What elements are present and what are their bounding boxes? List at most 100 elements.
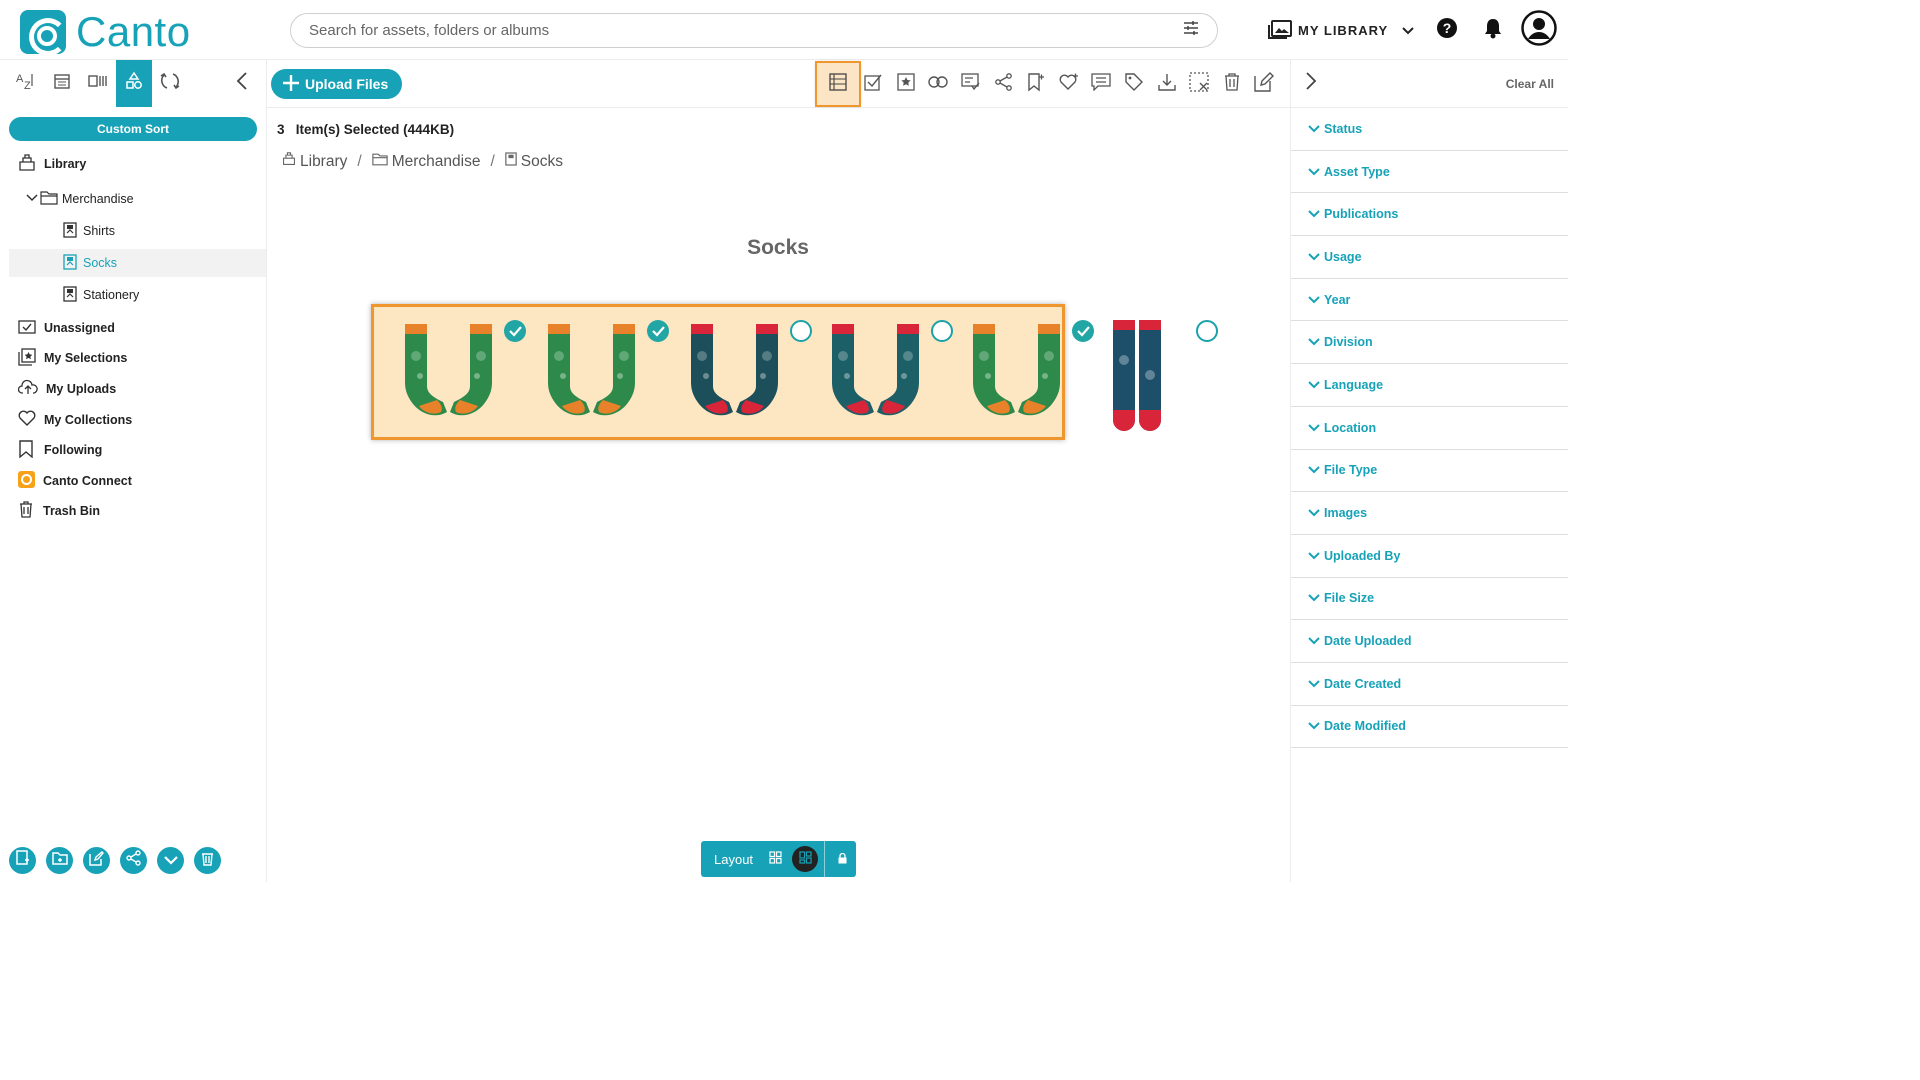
- sort-size-tab[interactable]: [80, 60, 116, 107]
- nav-item-my-collections[interactable]: My Collections: [0, 404, 266, 435]
- nav-item-unassigned[interactable]: Unassigned: [0, 313, 266, 343]
- more-button[interactable]: [157, 847, 184, 874]
- asset-thumbnail[interactable]: [954, 310, 1094, 438]
- sort-alpha-icon: AZ: [16, 72, 36, 95]
- filter-asset-type[interactable]: Asset Type: [1291, 151, 1568, 194]
- lock-layout-button[interactable]: [838, 852, 847, 867]
- canto-logo[interactable]: Canto: [20, 8, 191, 56]
- add-to-album-button[interactable]: [1020, 60, 1053, 108]
- brand-name: Canto: [76, 8, 191, 55]
- select-all-button[interactable]: [857, 60, 890, 108]
- filter-usage[interactable]: Usage: [1291, 236, 1568, 279]
- filter-date-uploaded[interactable]: Date Uploaded: [1291, 620, 1568, 663]
- sort-date-tab[interactable]: [44, 60, 80, 107]
- share-icon: [125, 850, 142, 871]
- unchecked-circle-icon[interactable]: [1196, 320, 1218, 342]
- new-folder-button[interactable]: [46, 847, 73, 874]
- asset-thumbnail[interactable]: [813, 310, 953, 438]
- edit-metadata-button[interactable]: [1248, 60, 1281, 108]
- approval-button[interactable]: [955, 60, 988, 108]
- share-assets-button[interactable]: [987, 60, 1020, 108]
- add-to-collection-button[interactable]: [1053, 60, 1086, 108]
- breadcrumb-merchandise[interactable]: Merchandise: [372, 153, 480, 171]
- help-button[interactable]: ?: [1436, 0, 1458, 60]
- sync-tab[interactable]: [152, 60, 188, 107]
- share-button[interactable]: [120, 847, 147, 874]
- asset-thumbnail[interactable]: [672, 310, 812, 438]
- edit-button[interactable]: [83, 847, 110, 874]
- add-to-selections-button[interactable]: [890, 60, 923, 108]
- folder-title: Socks: [747, 236, 809, 259]
- custom-sort-button[interactable]: Custom Sort: [9, 117, 257, 141]
- filter-language[interactable]: Language: [1291, 364, 1568, 407]
- nav-item-canto-connect[interactable]: Canto Connect: [0, 465, 266, 496]
- size-bars-icon: [88, 73, 108, 94]
- new-album-button[interactable]: [9, 847, 36, 874]
- collapse-sidebar-button[interactable]: [236, 72, 248, 95]
- download-button[interactable]: [1150, 60, 1183, 108]
- nav-item-following[interactable]: Following: [0, 435, 266, 465]
- asset-thumbnail[interactable]: [1078, 310, 1218, 438]
- search-input[interactable]: [309, 22, 1183, 39]
- asset-thumbnail[interactable]: [529, 310, 669, 438]
- filter-file-size[interactable]: File Size: [1291, 578, 1568, 621]
- filter-file-type[interactable]: File Type: [1291, 450, 1568, 493]
- filter-uploaded-by[interactable]: Uploaded By: [1291, 535, 1568, 578]
- tree-item-socks[interactable]: Socks: [9, 249, 266, 277]
- upload-files-button[interactable]: Upload Files: [271, 69, 403, 99]
- chevron-down-icon: [1308, 378, 1320, 392]
- delete-assets-button[interactable]: [1216, 60, 1249, 108]
- checked-circle-icon[interactable]: [504, 320, 526, 342]
- delete-button[interactable]: [194, 847, 221, 874]
- breadcrumb-socks[interactable]: Socks: [505, 152, 563, 171]
- filter-images[interactable]: Images: [1291, 492, 1568, 535]
- asset-toolbar: Upload Files: [267, 60, 1290, 108]
- asset-thumbnail[interactable]: [386, 310, 526, 438]
- deselect-button[interactable]: [1183, 60, 1216, 108]
- filter-location[interactable]: Location: [1291, 407, 1568, 450]
- tree-item-label: Library: [44, 157, 87, 171]
- unchecked-circle-icon[interactable]: [931, 320, 953, 342]
- selection-count: 3: [277, 122, 285, 137]
- tree-item-shirts[interactable]: Shirts: [0, 215, 266, 247]
- filter-date-modified[interactable]: Date Modified: [1291, 706, 1568, 749]
- chevron-down-icon: [1308, 677, 1320, 691]
- tags-button[interactable]: [1118, 60, 1151, 108]
- copy-link-button[interactable]: [922, 60, 955, 108]
- nav-item-trash-bin[interactable]: Trash Bin: [0, 496, 266, 526]
- expand-panel-button[interactable]: [1305, 72, 1317, 95]
- filter-date-created[interactable]: Date Created: [1291, 663, 1568, 706]
- album-icon: [63, 253, 77, 273]
- filter-label: Year: [1324, 292, 1351, 307]
- nav-item-my-selections[interactable]: My Selections: [0, 343, 266, 373]
- checked-circle-icon[interactable]: [647, 320, 669, 342]
- comments-button[interactable]: [1085, 60, 1118, 108]
- sort-alpha-tab[interactable]: AZ: [8, 60, 44, 107]
- sort-type-tab[interactable]: [116, 60, 152, 107]
- grid-view-button[interactable]: [769, 851, 782, 867]
- notifications-button[interactable]: [1483, 0, 1503, 60]
- library-switcher[interactable]: MY LIBRARY: [1268, 0, 1414, 60]
- unchecked-circle-icon[interactable]: [790, 320, 812, 342]
- nav-item-my-uploads[interactable]: My Uploads: [0, 373, 266, 404]
- tree-item-stationery[interactable]: Stationery: [0, 277, 266, 313]
- trash-icon: [201, 851, 214, 871]
- filter-division[interactable]: Division: [1291, 321, 1568, 365]
- checkbox-icon: [864, 73, 882, 96]
- filter-publications[interactable]: Publications: [1291, 193, 1568, 237]
- masonry-view-button[interactable]: [792, 846, 819, 872]
- sidebar-actions: [9, 847, 221, 874]
- filter-year[interactable]: Year: [1291, 279, 1568, 322]
- clear-all-button[interactable]: Clear All: [1506, 77, 1554, 91]
- tree-item-label: Socks: [83, 256, 118, 270]
- chevron-down-icon: [1308, 421, 1320, 435]
- breadcrumb-library[interactable]: Library: [282, 152, 347, 171]
- view-details-button[interactable]: [815, 61, 861, 107]
- user-avatar[interactable]: [1521, 0, 1557, 60]
- filter-status[interactable]: Status: [1291, 108, 1568, 151]
- folder-icon: [40, 190, 58, 208]
- tree-item-library[interactable]: Library: [0, 147, 266, 181]
- tree-item-merchandise[interactable]: Merchandise: [0, 183, 266, 215]
- upload-cloud-icon: [17, 379, 38, 398]
- search-filter-icon[interactable]: [1183, 20, 1199, 41]
